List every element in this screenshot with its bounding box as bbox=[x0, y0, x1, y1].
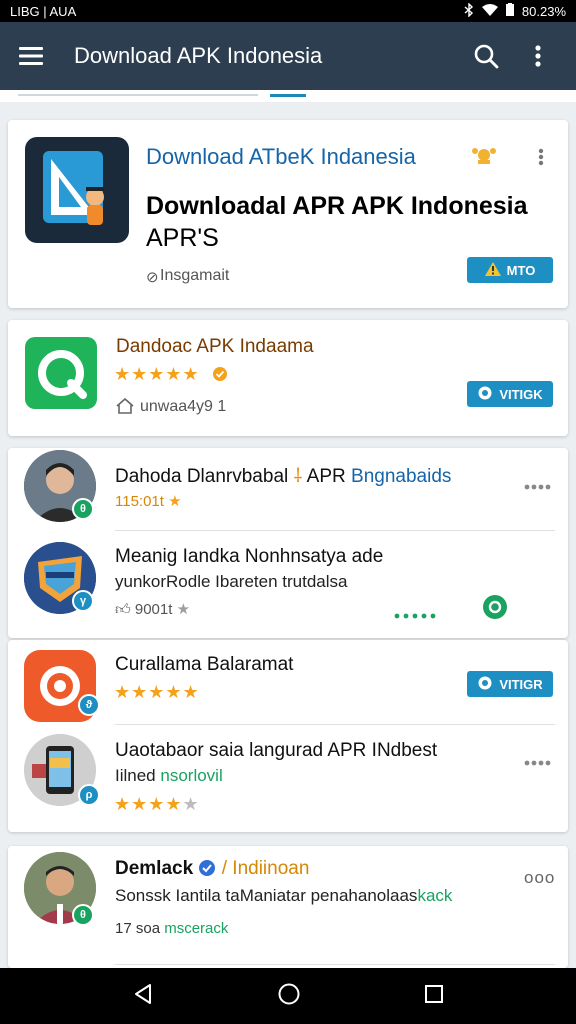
row-title: Dahoda Dlanrvbabal ⸸ APR Bngnabaids bbox=[115, 466, 452, 487]
list-item[interactable]: γ Meanig Iandka Nonhnsatya ade yunkorRod… bbox=[8, 532, 568, 636]
verified-badge-icon bbox=[198, 858, 221, 879]
row-subtitle: Iilned nsorlovil bbox=[115, 766, 223, 785]
second-meta: unwaa4y9 1 bbox=[140, 398, 227, 415]
tab-indicator-track bbox=[18, 94, 258, 96]
cloud-icon bbox=[477, 676, 493, 693]
second-title: Dandoac APK Indaama bbox=[116, 336, 314, 357]
tab-indicator-active bbox=[270, 94, 306, 97]
cloud-icon bbox=[477, 386, 493, 403]
verified-icon bbox=[212, 366, 228, 387]
install-button[interactable]: MTO bbox=[467, 257, 553, 283]
divider bbox=[115, 530, 555, 531]
bluetooth-icon bbox=[464, 1, 474, 20]
bottom-app-card[interactable]: θ Demlack / Indiinoan Sonssk Iantila taM… bbox=[8, 846, 568, 968]
app-icon bbox=[25, 137, 129, 243]
row-meta: 115:01t ★ bbox=[115, 493, 182, 510]
status-badge: γ bbox=[72, 590, 94, 612]
row-title: Curallama Balaramat bbox=[115, 654, 294, 675]
second-install-button-label: VITIGK bbox=[499, 386, 543, 402]
home-small-icon bbox=[116, 397, 134, 419]
rating-stars: ★★★★★ bbox=[114, 794, 200, 814]
status-badge: ρ bbox=[78, 784, 100, 806]
star-icon: ★ bbox=[168, 493, 182, 510]
card-more-icon[interactable] bbox=[538, 146, 544, 172]
menu-icon[interactable] bbox=[18, 36, 44, 76]
row-subtitle: yunkorRodle Ibareten trutdalsa bbox=[115, 572, 348, 591]
search-icon[interactable] bbox=[466, 36, 506, 76]
divider bbox=[115, 724, 555, 725]
home-icon[interactable] bbox=[277, 982, 301, 1011]
badge-icon bbox=[470, 146, 498, 171]
featured-app-card[interactable]: Download ATbeK Indanesia Downloadal APR … bbox=[8, 120, 568, 308]
divider bbox=[115, 964, 555, 965]
row-title: Meanig Iandka Nonhnsatya ade bbox=[115, 546, 384, 567]
app-title: Download APK Indonesia bbox=[74, 43, 323, 68]
list-item[interactable]: ρ Uaotabaor saia langurad APR INdbest Ii… bbox=[8, 728, 568, 828]
row-install-button[interactable]: VITIGR bbox=[467, 671, 553, 697]
app-bar: Download APK Indonesia bbox=[0, 22, 576, 90]
row-title: Uaotabaor saia langurad APR INdbest bbox=[115, 740, 438, 761]
featured-subtitle: Download ATbeK Indanesia bbox=[146, 144, 416, 169]
system-nav-bar bbox=[0, 968, 576, 1024]
featured-title: Downloadal APR APK Indonesia bbox=[146, 192, 528, 220]
star-icon-grey: ★ bbox=[176, 601, 191, 618]
status-bar: LIBG | AUA 80.23% bbox=[0, 0, 576, 22]
rating-stars: ★★★★★ bbox=[114, 364, 200, 384]
download-circle-icon[interactable] bbox=[482, 594, 508, 625]
thumb-icon: 👍︎ bbox=[115, 601, 131, 618]
status-badge: ϑ bbox=[78, 694, 100, 716]
wifi-icon bbox=[481, 3, 498, 19]
second-app-card[interactable]: Dandoac APK Indaama ★★★★★ unwaa4y9 1 VIT… bbox=[8, 320, 568, 436]
featured-meta: Insgamait bbox=[160, 267, 230, 284]
back-icon[interactable] bbox=[132, 983, 154, 1010]
row-more-icon[interactable] bbox=[524, 470, 552, 496]
row-meta: 17 soa mscerack bbox=[115, 920, 229, 937]
battery-percent: 80.23% bbox=[521, 3, 566, 19]
rating-dots bbox=[394, 606, 438, 624]
fire-icon: ⸸ bbox=[293, 466, 303, 487]
battery-icon bbox=[505, 3, 514, 19]
rating-stars: ★★★★★ bbox=[114, 682, 200, 702]
row-more-icon[interactable] bbox=[524, 746, 552, 772]
featured-title-line2: APR'S bbox=[146, 224, 219, 252]
app-icon-green bbox=[25, 337, 97, 409]
row-subtitle: Sonssk Iantila taManiatar penahanolaaska… bbox=[115, 886, 453, 905]
status-left-text: LIBG | AUA bbox=[10, 3, 77, 19]
tag-icon: ⊘ bbox=[146, 269, 159, 286]
row-install-button-label: VITIGR bbox=[499, 676, 543, 692]
tab-strip bbox=[0, 90, 576, 102]
list-item[interactable]: θ Dahoda Dlanrvbabal ⸸ APR Bngnabaids 11… bbox=[8, 448, 568, 530]
recents-icon[interactable] bbox=[424, 984, 444, 1009]
row-more-icon[interactable]: ooo bbox=[524, 868, 555, 888]
list-item[interactable]: ϑ Curallama Balaramat ★★★★★ VITIGR bbox=[8, 640, 568, 724]
warning-icon bbox=[484, 261, 501, 279]
row-title: Demlack / Indiinoan bbox=[115, 858, 310, 879]
overflow-menu-icon[interactable] bbox=[518, 36, 558, 76]
second-install-button[interactable]: VITIGK bbox=[467, 381, 553, 407]
app-list-card-2: ϑ Curallama Balaramat ★★★★★ VITIGR ρ Uao… bbox=[8, 640, 568, 832]
app-list-card: θ Dahoda Dlanrvbabal ⸸ APR Bngnabaids 11… bbox=[8, 448, 568, 638]
row-meta: 👍︎ 9001t ★ bbox=[115, 601, 191, 618]
status-badge: θ bbox=[72, 904, 94, 926]
install-button-label: MTO bbox=[506, 262, 536, 278]
status-badge: θ bbox=[72, 498, 94, 520]
